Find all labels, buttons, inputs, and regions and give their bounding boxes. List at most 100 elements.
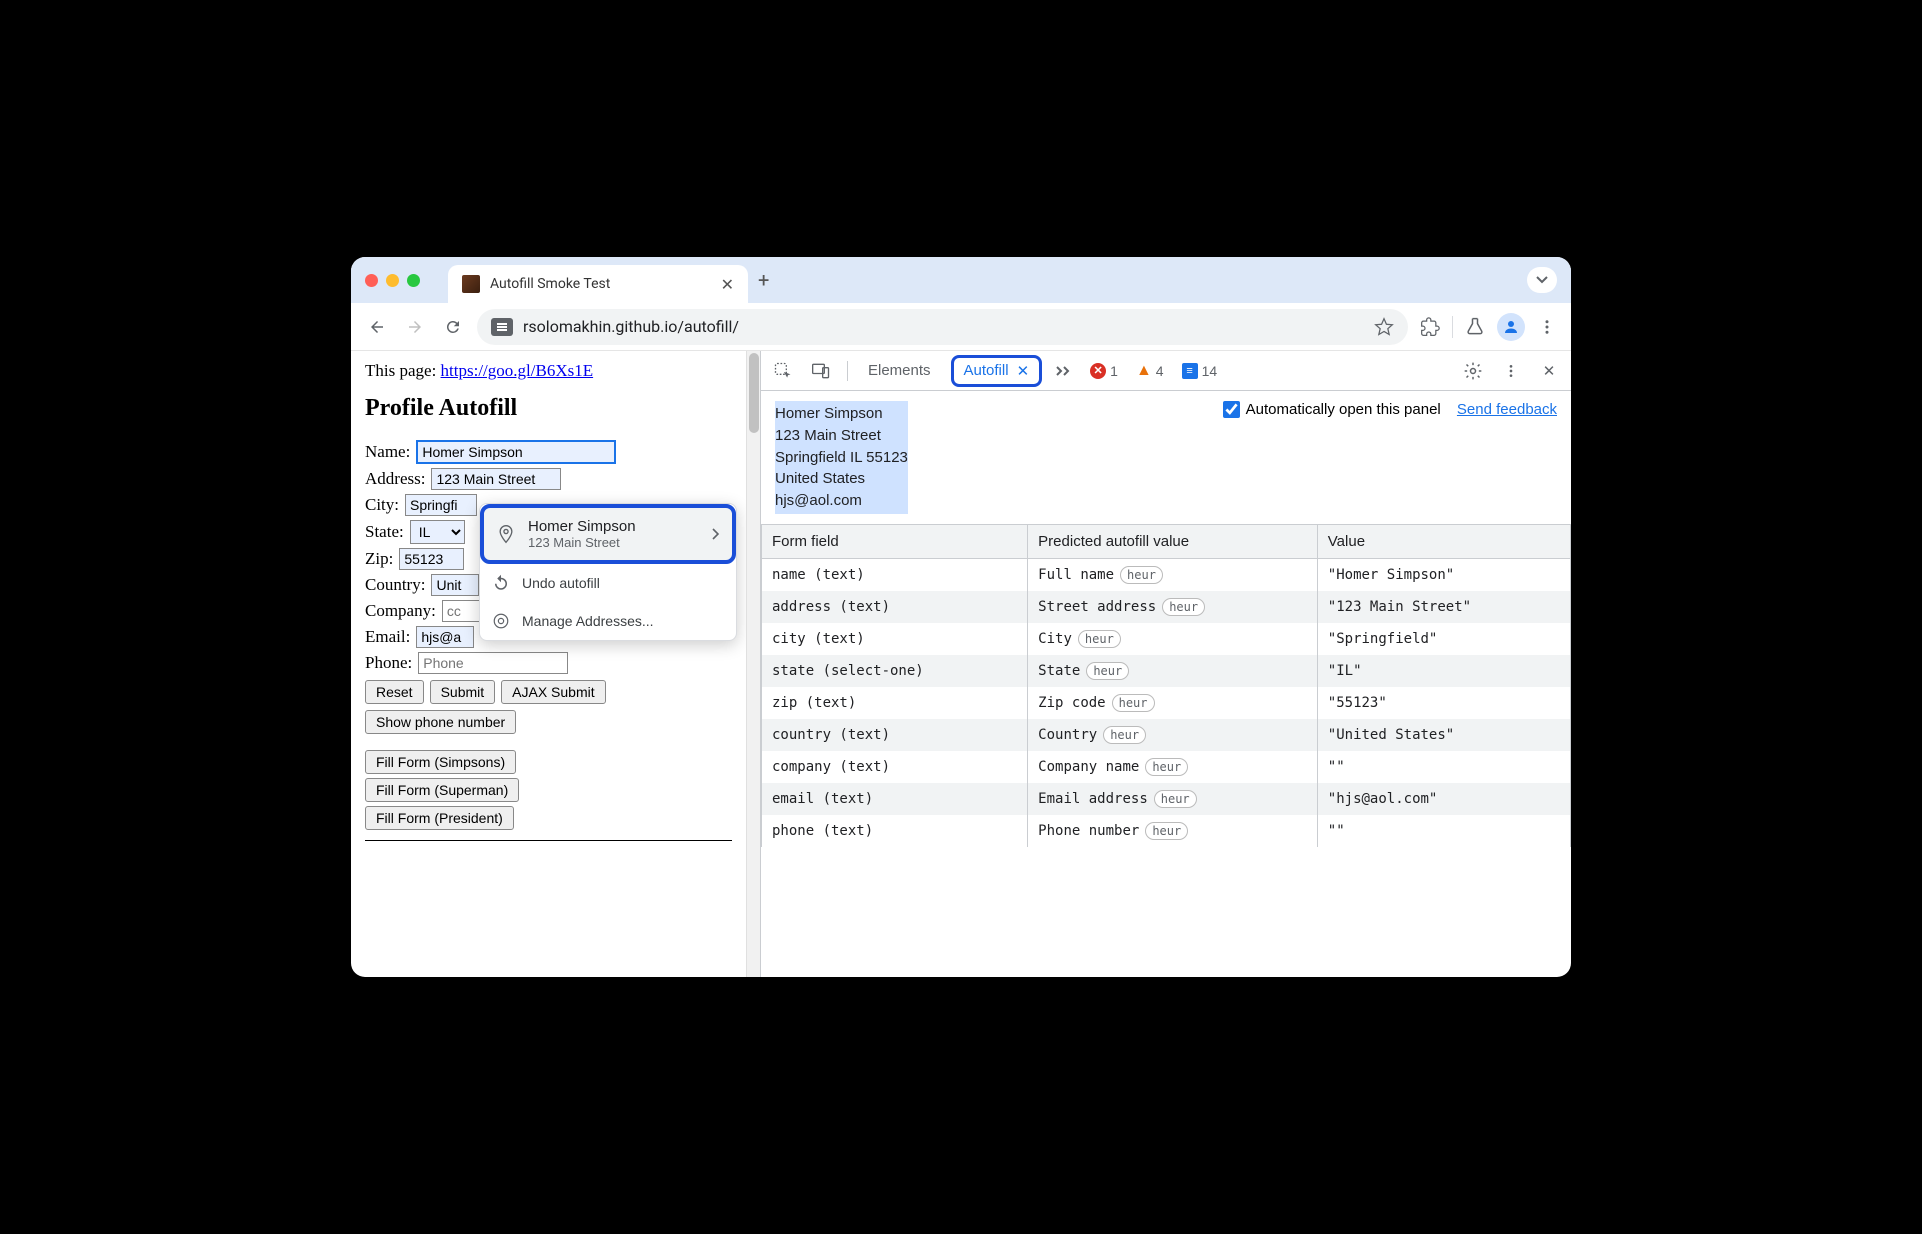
table-row[interactable]: name (text) Full nameheur "Homer Simpson… xyxy=(762,558,1571,591)
suggestion-name: Homer Simpson xyxy=(528,518,700,535)
table-row[interactable]: company (text) Company nameheur "" xyxy=(762,751,1571,783)
table-row[interactable]: zip (text) Zip codeheur "55123" xyxy=(762,687,1571,719)
address-input[interactable] xyxy=(431,468,561,490)
toolbar: rsolomakhin.github.io/autofill/ xyxy=(351,303,1571,351)
maximize-window-button[interactable] xyxy=(407,274,420,287)
url-text: rsolomakhin.github.io/autofill/ xyxy=(523,317,1364,336)
back-button[interactable] xyxy=(363,313,391,341)
page-short-link[interactable]: https://goo.gl/B6Xs1E xyxy=(441,361,594,380)
name-label: Name: xyxy=(365,442,410,462)
error-icon: ✕ xyxy=(1090,363,1106,379)
city-input[interactable] xyxy=(405,494,477,516)
zip-input[interactable] xyxy=(399,548,464,570)
devtools-menu-icon[interactable] xyxy=(1499,359,1523,383)
tab-elements[interactable]: Elements xyxy=(862,358,937,383)
titlebar: Autofill Smoke Test ✕ + xyxy=(351,257,1571,303)
country-input[interactable] xyxy=(431,574,479,596)
cell-predicted: Countryheur xyxy=(1028,719,1318,751)
page-link-prefix: This page: xyxy=(365,361,441,380)
scroll-thumb[interactable] xyxy=(749,353,759,433)
cell-value: "123 Main Street" xyxy=(1317,591,1570,623)
warning-count[interactable]: ▲4 xyxy=(1136,362,1164,380)
browser-window: Autofill Smoke Test ✕ + rsolomakhin.gith… xyxy=(351,257,1571,977)
name-input[interactable] xyxy=(416,440,616,464)
cell-predicted: Street addressheur xyxy=(1028,591,1318,623)
undo-autofill-item[interactable]: Undo autofill xyxy=(480,564,736,602)
content-area: This page: https://goo.gl/B6Xs1E Profile… xyxy=(351,351,1571,977)
email-input[interactable] xyxy=(416,626,474,648)
info-count[interactable]: ≡14 xyxy=(1182,363,1218,379)
settings-icon[interactable] xyxy=(1461,359,1485,383)
autofill-popup: Homer Simpson 123 Main Street Undo autof… xyxy=(479,503,737,641)
col-predicted[interactable]: Predicted autofill value xyxy=(1028,524,1318,558)
device-toggle-icon[interactable] xyxy=(809,359,833,383)
cell-predicted: Phone numberheur xyxy=(1028,815,1318,847)
devtools-panel: Elements Autofill✕ ✕1 ▲4 ≡14 ✕ Homer Sim… xyxy=(760,351,1571,977)
fill-simpsons-button[interactable]: Fill Form (Simpsons) xyxy=(365,750,516,774)
bookmark-star-icon[interactable] xyxy=(1374,317,1394,337)
email-label: Email: xyxy=(365,627,410,647)
extensions-icon[interactable] xyxy=(1418,315,1442,339)
manage-addresses-item[interactable]: Manage Addresses... xyxy=(480,602,736,640)
close-devtools-button[interactable]: ✕ xyxy=(1537,359,1561,383)
warning-icon: ▲ xyxy=(1136,362,1152,380)
browser-menu-button[interactable] xyxy=(1535,315,1559,339)
inspect-icon[interactable] xyxy=(771,359,795,383)
state-select[interactable]: IL xyxy=(410,520,465,544)
site-controls-icon[interactable] xyxy=(491,318,513,336)
new-tab-button[interactable]: + xyxy=(758,268,769,292)
close-tab-icon[interactable]: ✕ xyxy=(1017,362,1030,380)
col-form-field[interactable]: Form field xyxy=(762,524,1028,558)
auto-open-checkbox[interactable] xyxy=(1223,401,1240,418)
cell-predicted: Email addressheur xyxy=(1028,783,1318,815)
submit-button[interactable]: Submit xyxy=(430,680,496,704)
send-feedback-link[interactable]: Send feedback xyxy=(1457,401,1557,418)
company-input[interactable] xyxy=(442,600,480,622)
table-row[interactable]: country (text) Countryheur "United State… xyxy=(762,719,1571,751)
reload-button[interactable] xyxy=(439,313,467,341)
tab-autofill[interactable]: Autofill✕ xyxy=(951,355,1043,387)
table-row[interactable]: state (select-one) Stateheur "IL" xyxy=(762,655,1571,687)
address-label: Address: xyxy=(365,469,425,489)
show-phone-button[interactable]: Show phone number xyxy=(365,710,516,734)
close-tab-button[interactable]: ✕ xyxy=(721,275,734,294)
minimize-window-button[interactable] xyxy=(386,274,399,287)
cell-predicted: Company nameheur xyxy=(1028,751,1318,783)
col-value[interactable]: Value xyxy=(1317,524,1570,558)
cell-value: "IL" xyxy=(1317,655,1570,687)
phone-label: Phone: xyxy=(365,653,412,673)
profile-avatar[interactable] xyxy=(1497,313,1525,341)
manage-label: Manage Addresses... xyxy=(522,613,654,629)
cell-value: "" xyxy=(1317,815,1570,847)
cell-field: email (text) xyxy=(762,783,1028,815)
cell-field: company (text) xyxy=(762,751,1028,783)
undo-icon xyxy=(492,574,510,592)
fill-superman-button[interactable]: Fill Form (Superman) xyxy=(365,778,519,802)
reset-button[interactable]: Reset xyxy=(365,680,424,704)
chrome-icon xyxy=(492,612,510,630)
fill-president-button[interactable]: Fill Form (President) xyxy=(365,806,514,830)
table-row[interactable]: phone (text) Phone numberheur "" xyxy=(762,815,1571,847)
ajax-submit-button[interactable]: AJAX Submit xyxy=(501,680,605,704)
devtools-tabbar: Elements Autofill✕ ✕1 ▲4 ≡14 ✕ xyxy=(761,351,1571,391)
address-bar[interactable]: rsolomakhin.github.io/autofill/ xyxy=(477,309,1408,345)
cell-field: name (text) xyxy=(762,558,1028,591)
table-row[interactable]: email (text) Email addressheur "hjs@aol.… xyxy=(762,783,1571,815)
table-row[interactable]: address (text) Street addressheur "123 M… xyxy=(762,591,1571,623)
table-row[interactable]: city (text) Cityheur "Springfield" xyxy=(762,623,1571,655)
labs-icon[interactable] xyxy=(1463,315,1487,339)
browser-tab[interactable]: Autofill Smoke Test ✕ xyxy=(448,265,748,303)
error-count[interactable]: ✕1 xyxy=(1090,363,1118,379)
cell-field: address (text) xyxy=(762,591,1028,623)
suggestion-address: 123 Main Street xyxy=(528,535,700,550)
window-controls xyxy=(365,274,420,287)
more-tabs-button[interactable] xyxy=(1056,366,1072,376)
close-window-button[interactable] xyxy=(365,274,378,287)
cell-value: "Springfield" xyxy=(1317,623,1570,655)
phone-input[interactable] xyxy=(418,652,568,674)
forward-button[interactable] xyxy=(401,313,429,341)
cell-value: "hjs@aol.com" xyxy=(1317,783,1570,815)
autofill-suggestion[interactable]: Homer Simpson 123 Main Street xyxy=(480,504,736,564)
tabs-dropdown-button[interactable] xyxy=(1527,267,1557,293)
page-scrollbar[interactable] xyxy=(746,351,760,977)
